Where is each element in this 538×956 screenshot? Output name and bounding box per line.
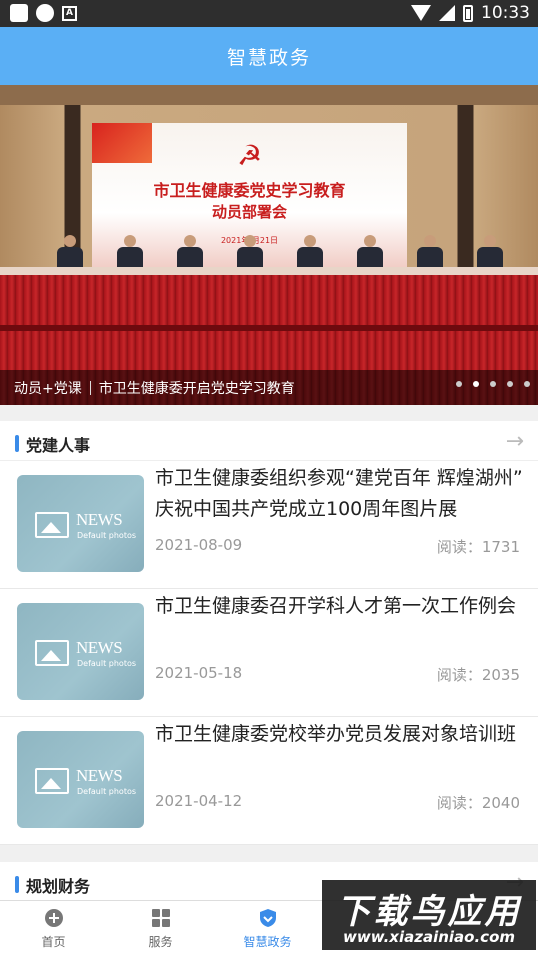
news-date: 2021-08-09 [155, 536, 243, 554]
section-party-personnel: 党建人事 → NEWS Default photos 市卫生健康委组织参观“建党… [0, 421, 538, 845]
thumbnail-news-label: NEWS [76, 766, 123, 785]
status-icons-right: 10:33 [411, 3, 530, 23]
person-figure [115, 235, 145, 271]
banner-caption[interactable]: 动员+党课 市卫生健康委开启党史学习教育 [0, 370, 538, 405]
thumbnail-default-label: Default photos [77, 659, 137, 668]
person-figure [55, 235, 85, 271]
nav-label: 智慧政务 [243, 935, 292, 949]
wifi-icon [411, 5, 431, 21]
flag-graphic [92, 123, 152, 163]
font-icon: A [62, 5, 77, 21]
banner-photo-people [40, 235, 520, 271]
news-list-item[interactable]: NEWS Default photos 市卫生健康委组织参观“建党百年 辉煌湖州… [0, 461, 538, 589]
news-list-item[interactable]: NEWS Default photos 市卫生健康委召开学科人才第一次工作例会 … [0, 589, 538, 717]
person-figure [295, 235, 325, 271]
news-thumbnail: NEWS Default photos [17, 603, 144, 700]
person-figure [355, 235, 385, 271]
banner-photo-ceiling [0, 85, 538, 105]
person-figure [475, 235, 505, 271]
person-figure [235, 235, 265, 271]
thumbnail-news-label: NEWS [76, 510, 123, 529]
thumbnail-default-label: Default photos [77, 531, 137, 540]
news-read-count: 阅读：2035 [436, 666, 520, 684]
signal-icon [439, 5, 455, 21]
news-thumbnail: NEWS Default photos [17, 475, 144, 572]
carousel-dot[interactable] [524, 381, 530, 387]
banner-caption-tag: 动员+党课 [14, 380, 82, 397]
battery-icon [463, 4, 473, 22]
section-accent-bar [15, 435, 19, 452]
party-emblem-icon: ☭ [237, 139, 263, 172]
section-title: 规划财务 [26, 876, 91, 896]
watermark-title: 下载鸟应用 [336, 892, 522, 932]
sync-icon [36, 4, 54, 22]
section-title: 党建人事 [26, 435, 91, 455]
section-header[interactable]: 党建人事 → [0, 421, 538, 461]
page-title: 智慧政务 [226, 46, 311, 69]
news-read-count: 阅读：1731 [436, 538, 520, 556]
news-read-count: 阅读：2040 [436, 794, 520, 812]
section-accent-bar [15, 876, 19, 893]
nav-label: 首页 [41, 935, 66, 949]
watermark-logo: 下载鸟应用 www.xiazainiao.com [322, 880, 536, 950]
person-figure [415, 235, 445, 271]
banner-caption-text: 市卫生健康委开启党史学习教育 [98, 380, 295, 397]
thumbnail-news-label: NEWS [76, 638, 123, 657]
home-icon [44, 908, 64, 928]
notification-icon [10, 4, 28, 22]
screen-headline: 市卫生健康委党史学习教育 [153, 181, 346, 200]
news-list-item[interactable]: NEWS Default photos 市卫生健康委党校举办党员发展对象培训班 … [0, 717, 538, 845]
carousel-indicator[interactable] [456, 381, 530, 387]
arrow-right-icon[interactable]: → [506, 429, 524, 454]
app-bar: 智慧政务 [0, 27, 538, 85]
caption-divider [89, 380, 91, 395]
banner-carousel[interactable]: ☭ 市卫生健康委党史学习教育 动员部署会 2021年 月21日 动员+党课 市卫… [0, 85, 538, 405]
thumbnail-default-label: Default photos [77, 787, 137, 796]
nav-item-services[interactable]: 服务 [107, 901, 214, 956]
grid-icon [151, 908, 171, 928]
banner-photo-band [0, 325, 538, 331]
carousel-dot[interactable] [456, 381, 462, 387]
carousel-dot[interactable] [507, 381, 513, 387]
news-date: 2021-05-18 [155, 664, 243, 682]
status-time: 10:33 [481, 3, 530, 23]
carousel-dot[interactable] [490, 381, 496, 387]
shield-icon [258, 908, 278, 928]
person-figure [175, 235, 205, 271]
news-title: 市卫生健康委组织参观“建党百年 辉煌湖州” 庆祝中国共产党成立100周年图片展 [155, 467, 523, 520]
image-placeholder-icon [35, 512, 69, 538]
banner-photo-tabletop [0, 267, 538, 275]
image-placeholder-icon [35, 768, 69, 794]
nav-item-smart-government[interactable]: 智慧政务 [214, 901, 321, 956]
status-icons-left: A [10, 4, 77, 22]
screen-subheadline: 动员部署会 [211, 203, 287, 221]
nav-item-home[interactable]: 首页 [0, 901, 107, 956]
news-date: 2021-04-12 [155, 792, 243, 810]
status-bar: A 10:33 [0, 0, 538, 27]
watermark-url: www.xiazainiao.com [342, 928, 516, 946]
news-title: 市卫生健康委召开学科人才第一次工作例会 [155, 595, 517, 617]
news-title: 市卫生健康委党校举办党员发展对象培训班 [155, 723, 517, 745]
news-thumbnail: NEWS Default photos [17, 731, 144, 828]
nav-label: 服务 [148, 935, 173, 949]
carousel-dot-active[interactable] [473, 381, 479, 387]
image-placeholder-icon [35, 640, 69, 666]
